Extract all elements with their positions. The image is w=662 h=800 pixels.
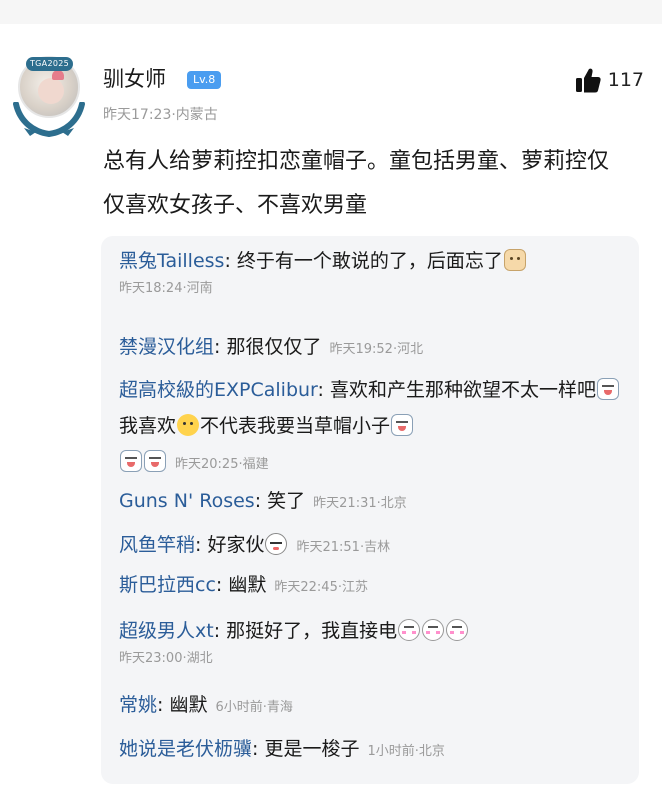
- avatar[interactable]: TGA2025: [10, 56, 88, 138]
- reply-author[interactable]: 风鱼竿稍: [119, 534, 195, 556]
- reply-item[interactable]: 禁漫汉化组: 那很仅仅了 昨天19:52·河北: [119, 330, 629, 367]
- reply-author[interactable]: 常姚: [119, 694, 157, 716]
- reply-item[interactable]: 常姚: 幽默 6小时前·青海: [119, 688, 629, 725]
- comment-body: 总有人给萝莉控扣恋童帽子。童包括男童、萝莉控仅仅喜欢女孩子、不喜欢男童: [103, 149, 610, 218]
- reply-meta: 昨天22:45·江苏: [274, 580, 368, 595]
- reply-item[interactable]: 她说是老伏枥骥: 更是一梭子 1小时前·北京: [119, 732, 629, 769]
- username[interactable]: 驯女师: [103, 66, 166, 92]
- reply-text: 笑了: [267, 490, 306, 512]
- reply-text: 我喜欢: [119, 415, 177, 437]
- reply-meta: 6小时前·青海: [215, 700, 293, 715]
- laughing-face-icon: [597, 378, 619, 400]
- blushing-face-icon: [422, 619, 445, 641]
- reply-meta: 昨天21:31·北京: [313, 496, 407, 511]
- reply-meta: 昨天18:24·河南: [119, 281, 213, 296]
- reply-meta: 昨天20:25·福建: [175, 457, 269, 472]
- cat-icon: [177, 414, 200, 436]
- reply-text: 好家伙: [207, 534, 265, 556]
- reply-item[interactable]: Guns N' Roses: 笑了 昨天21:31·北京: [119, 484, 629, 521]
- top-divider: [0, 0, 662, 24]
- level-badge: Lv.8: [187, 71, 222, 89]
- reply-item[interactable]: 斯巴拉西cc: 幽默 昨天22:45·江苏: [119, 568, 629, 605]
- comment-timestamp: 昨天17:23·内蒙古: [103, 107, 218, 123]
- laughing-face-icon: [391, 414, 414, 436]
- reply-text: 更是一梭子: [264, 738, 360, 760]
- like-button[interactable]: 117: [574, 66, 644, 94]
- reply-item[interactable]: 黑兔Tailless: 终于有一个敢说的了，后面忘了 昨天18:24·河南: [119, 244, 629, 300]
- laughing-face-icon: [120, 450, 142, 472]
- reply-author[interactable]: Guns N' Roses: [119, 490, 255, 512]
- laurel-icon: [13, 102, 85, 138]
- reply-item[interactable]: 风鱼竿稍: 好家伙 昨天21:51·吉林: [119, 528, 629, 565]
- reply-author[interactable]: 超级男人xt: [119, 620, 214, 642]
- like-count: 117: [607, 69, 644, 91]
- reply-meta: 1小时前·北京: [367, 744, 445, 759]
- blushing-face-icon: [398, 619, 421, 641]
- reply-author[interactable]: 超高校級的EXPCalibur: [119, 379, 318, 401]
- thumbs-up-icon: [575, 68, 601, 93]
- reply-text: 不代表我要当草帽小子: [200, 415, 391, 437]
- reply-text: 幽默: [228, 574, 267, 596]
- grinning-face-icon: [265, 533, 288, 555]
- reply-meta: 昨天23:00·湖北: [119, 651, 213, 666]
- reply-item[interactable]: 超高校級的EXPCalibur: 喜欢和产生那种欲望不太一样吧我喜欢 不代表我要当…: [119, 372, 629, 483]
- reply-text: 那挺好了，我直接电: [226, 620, 398, 642]
- reply-text: 终于有一个敢说的了，后面忘了: [236, 250, 503, 272]
- laughing-face-icon: [144, 450, 166, 472]
- replies-panel[interactable]: 黑兔Tailless: 终于有一个敢说的了，后面忘了 昨天18:24·河南 禁漫…: [101, 236, 639, 784]
- reply-meta: 昨天19:52·河北: [329, 342, 424, 357]
- reply-text: 喜欢和产生那种欲望不太一样吧: [329, 379, 596, 401]
- heart-icon: [52, 70, 64, 80]
- reply-author[interactable]: 黑兔Tailless: [119, 250, 224, 272]
- blushing-face-icon: [446, 619, 469, 641]
- avatar-badge: TGA2025: [26, 57, 74, 71]
- reply-item[interactable]: 超级男人xt: 那挺好了，我直接电 昨天23:00·湖北: [119, 614, 629, 670]
- reply-author[interactable]: 她说是老伏枥骥: [119, 738, 252, 760]
- reply-meta: 昨天21:51·吉林: [296, 540, 391, 555]
- reply-author[interactable]: 斯巴拉西cc: [119, 574, 216, 596]
- reply-author[interactable]: 禁漫汉化组: [119, 336, 214, 358]
- cat-face-icon: [503, 249, 526, 271]
- reply-text: 那很仅仅了: [226, 336, 322, 358]
- reply-text: 幽默: [169, 694, 208, 716]
